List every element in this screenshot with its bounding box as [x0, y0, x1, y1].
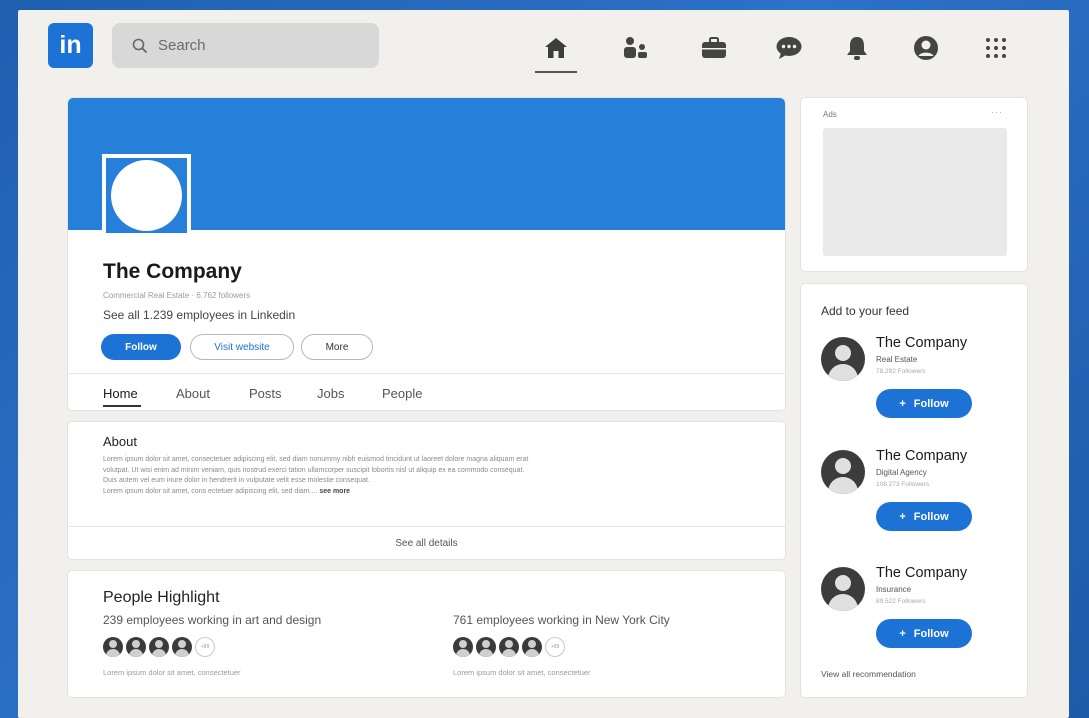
avatar — [103, 637, 123, 657]
profile-icon[interactable] — [912, 34, 940, 62]
company-avatar — [821, 567, 865, 611]
avatar — [172, 637, 192, 657]
company-meta: Commercial Real Estate · 6.762 followers — [103, 291, 251, 300]
feed-recommendations-card: Add to your feed The Company Real Estate… — [800, 283, 1028, 698]
follow-button[interactable]: + Follow — [876, 502, 972, 531]
tab-about[interactable]: About — [176, 386, 210, 401]
network-icon[interactable] — [621, 34, 649, 62]
tab-posts[interactable]: Posts — [249, 386, 282, 401]
apps-grid-icon[interactable] — [982, 34, 1010, 62]
avatar — [476, 637, 496, 657]
recommendation-followers: 108.273 Followers — [876, 481, 930, 488]
highlight-note: Lorem ipsum dolor sit amet, consectetuer — [453, 668, 591, 677]
avatar — [149, 637, 169, 657]
avatar — [499, 637, 519, 657]
company-avatar — [821, 450, 865, 494]
highlight-group-text: 239 employees working in art and design — [103, 613, 322, 627]
ads-menu-icon[interactable]: ··· — [991, 107, 1003, 117]
ads-card: Ads ··· — [800, 97, 1028, 272]
avatar — [453, 637, 473, 657]
people-highlight-title: People Highlight — [103, 589, 220, 606]
follow-button[interactable]: + Follow — [876, 389, 972, 418]
jobs-icon[interactable] — [700, 34, 728, 62]
recommendation-followers: 89.522 Followers — [876, 598, 926, 605]
employee-avatars[interactable]: +99 — [103, 637, 215, 657]
avatar — [126, 637, 146, 657]
recommendation-category: Insurance — [876, 585, 912, 594]
highlight-group-text: 761 employees working in New York City — [453, 613, 670, 627]
recommendation-item: The Company Real Estate 78.292 Followers… — [821, 335, 1011, 437]
company-avatar — [821, 337, 865, 381]
recommendation-name[interactable]: The Company — [876, 335, 967, 351]
tabs-divider — [68, 373, 785, 374]
plus-icon: + — [899, 397, 906, 410]
about-text: Lorem ipsum dolor sit amet, consectetuer… — [103, 456, 529, 495]
recommendation-name[interactable]: The Company — [876, 448, 967, 464]
more-button[interactable]: More — [301, 334, 373, 360]
highlight-note: Lorem ipsum dolor sit amet, consectetuer — [103, 668, 241, 677]
plus-icon: + — [899, 510, 906, 523]
tab-people[interactable]: People — [382, 386, 422, 401]
recommendation-name[interactable]: The Company — [876, 565, 967, 581]
feed-title: Add to your feed — [821, 304, 910, 318]
see-all-details-button[interactable]: See all details — [68, 526, 785, 560]
search-bar[interactable]: Search — [112, 23, 379, 68]
recommendation-category: Digital Agency — [876, 468, 927, 477]
company-logo — [102, 154, 191, 237]
linkedin-logo[interactable]: in — [48, 23, 93, 68]
employees-link[interactable]: See all 1.239 employees in Linkedin — [103, 308, 295, 322]
view-all-recommendations-link[interactable]: View all recommendation — [821, 669, 916, 679]
active-tab-indicator — [103, 405, 141, 407]
search-icon — [132, 38, 148, 53]
see-more-link[interactable]: see more — [319, 488, 350, 495]
follow-button[interactable]: + Follow — [876, 619, 972, 648]
ad-placeholder[interactable] — [823, 128, 1007, 256]
search-placeholder: Search — [158, 37, 206, 54]
tab-jobs[interactable]: Jobs — [317, 386, 344, 401]
notifications-icon[interactable] — [843, 34, 871, 62]
logo-text: in — [59, 31, 82, 59]
company-name: The Company — [103, 260, 242, 283]
recommendation-followers: 78.292 Followers — [876, 368, 926, 375]
visit-website-button[interactable]: Visit website — [190, 334, 294, 360]
company-profile-card: The Company Commercial Real Estate · 6.7… — [67, 97, 786, 411]
employee-avatars[interactable]: +99 — [453, 637, 565, 657]
more-avatars-badge[interactable]: +99 — [545, 637, 565, 657]
recommendation-category: Real Estate — [876, 355, 918, 364]
about-card: About Lorem ipsum dolor sit amet, consec… — [67, 421, 786, 560]
follow-button[interactable]: Follow — [101, 334, 181, 360]
about-title: About — [103, 434, 137, 449]
home-icon[interactable] — [542, 34, 570, 62]
recommendation-item: The Company Digital Agency 108.273 Follo… — [821, 448, 1011, 550]
avatar — [522, 637, 542, 657]
active-nav-indicator — [535, 71, 577, 73]
plus-icon: + — [899, 627, 906, 640]
messaging-icon[interactable] — [775, 34, 803, 62]
recommendation-item: The Company Insurance 89.522 Followers +… — [821, 565, 1011, 667]
people-highlight-card: People Highlight 239 employees working i… — [67, 570, 786, 698]
tab-home[interactable]: Home — [103, 386, 138, 401]
ads-label: Ads — [823, 110, 837, 119]
more-avatars-badge[interactable]: +99 — [195, 637, 215, 657]
